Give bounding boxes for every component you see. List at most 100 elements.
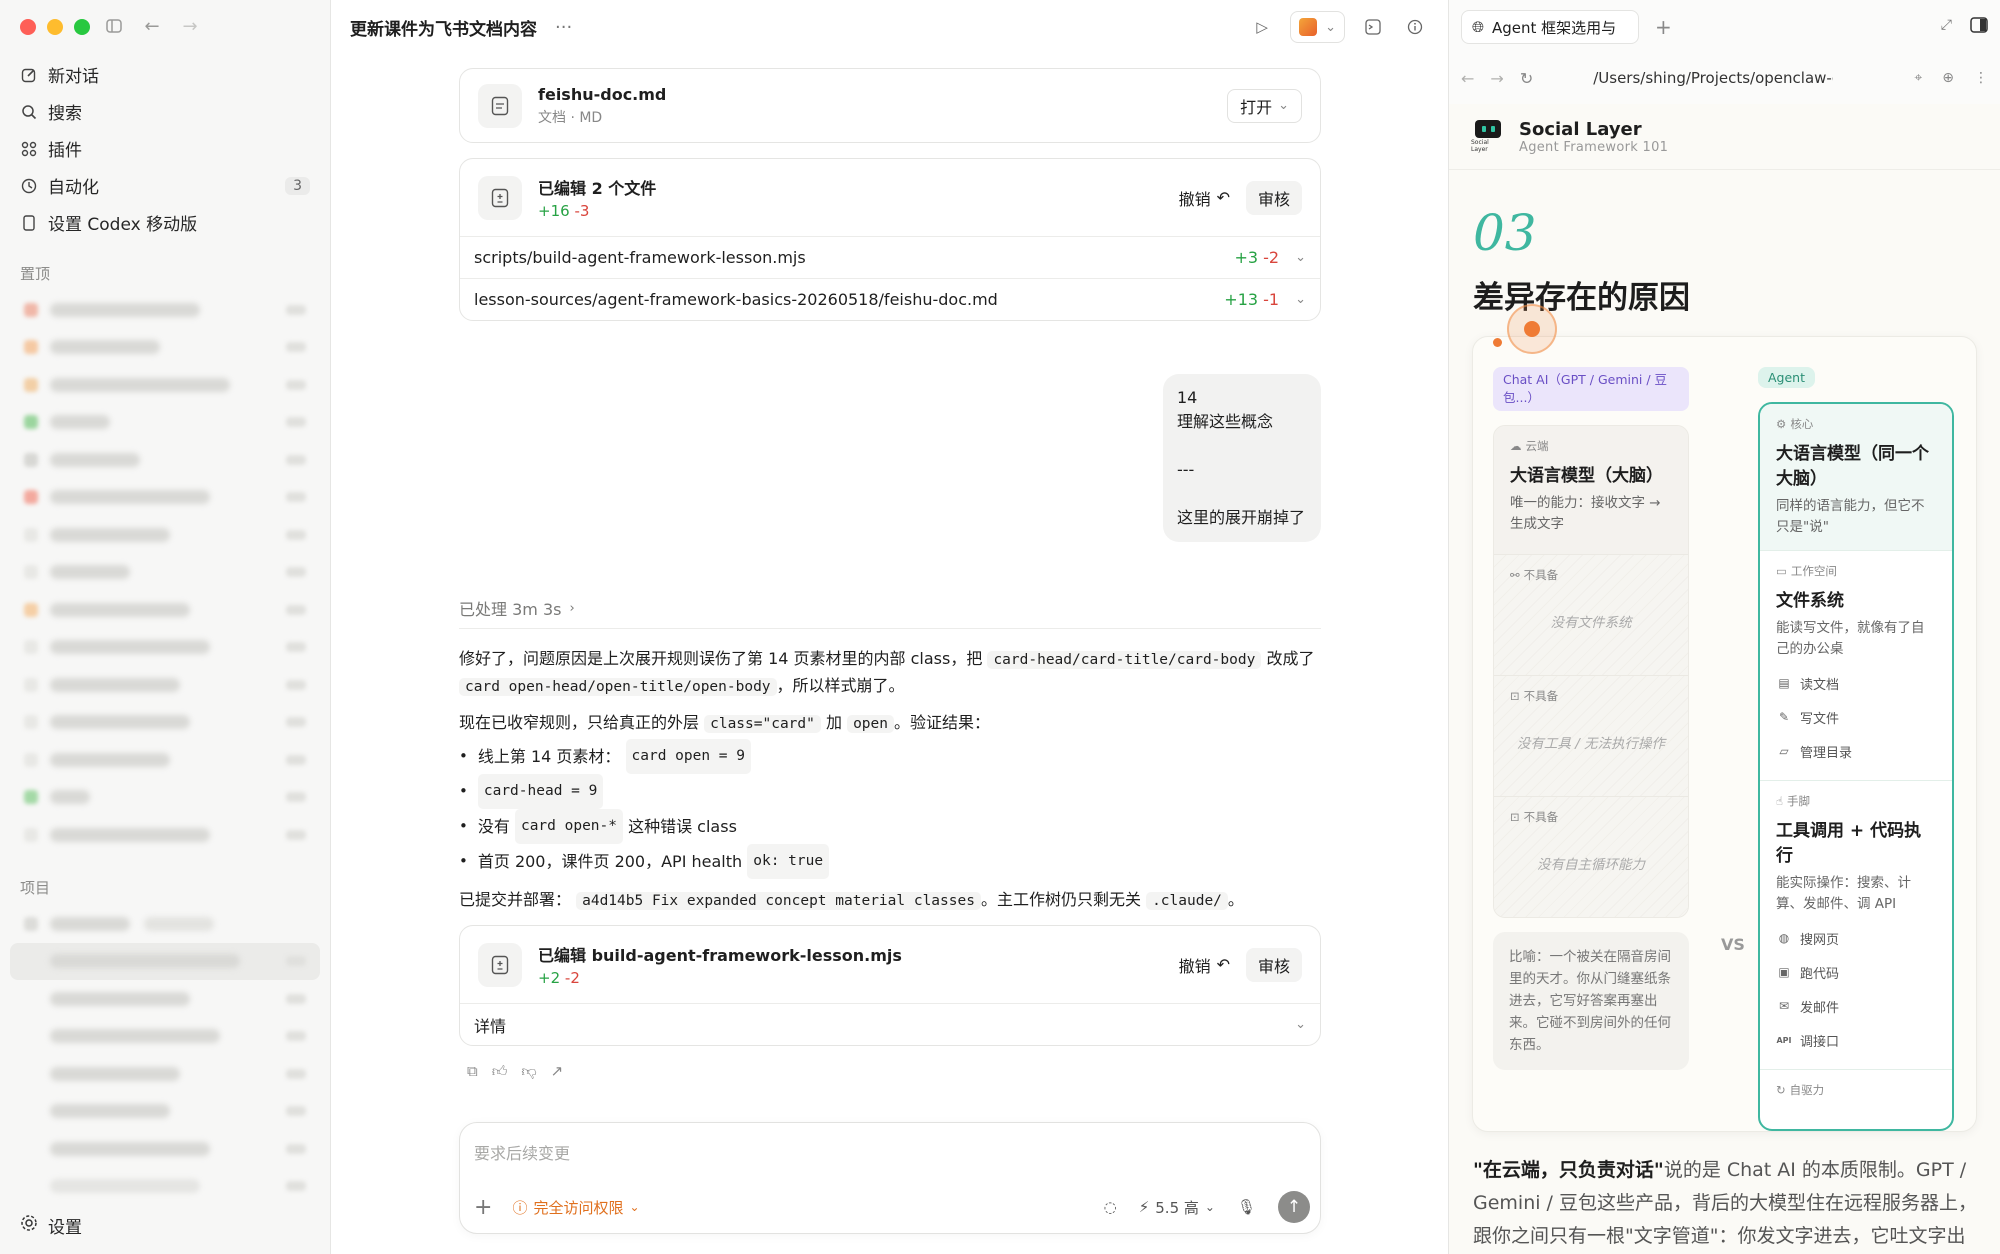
answer-text: 加	[825, 713, 842, 732]
inline-code: card open-head/open-title/open-body	[459, 678, 777, 696]
expand-icon[interactable]: ⤢	[1941, 17, 1952, 37]
undo-button[interactable]: 撤销 ↶	[1169, 948, 1240, 982]
nav-plugins[interactable]: 插件	[10, 130, 320, 167]
user-message-row: 14 理解这些概念 --- 这里的展开崩掉了	[459, 374, 1321, 542]
access-mode-dropdown[interactable]: ⓘ 完全访问权限 ⌄	[512, 1197, 639, 1218]
loading-spinner-icon: ◌	[1103, 1198, 1117, 1216]
capability-item: ✎ 写文件	[1776, 700, 1936, 734]
split-view-icon[interactable]	[1970, 17, 1988, 37]
list-item[interactable]	[10, 404, 320, 442]
review-button[interactable]: 审核	[1245, 947, 1302, 982]
chapter-title: 差异存在的原因	[1473, 280, 1690, 316]
zoom-window-button[interactable]	[74, 19, 90, 35]
project-item[interactable]	[10, 905, 320, 943]
composer-input[interactable]: 要求后续变更	[474, 1140, 570, 1164]
thumbs-up-icon[interactable]: 👍︎	[492, 1062, 508, 1081]
details-toggle[interactable]: 详情 ⌄	[460, 1003, 1320, 1045]
site-logo[interactable]: Social Layer	[1471, 120, 1505, 154]
more-vertical-icon[interactable]: ⋮	[1974, 70, 1988, 86]
microphone-icon[interactable]: 🎙︎	[1237, 1198, 1256, 1216]
forward-arrow-icon[interactable]: →	[180, 14, 200, 38]
reload-icon[interactable]: ↻	[1520, 69, 1533, 88]
list-item[interactable]	[10, 704, 320, 742]
add-attachment-icon[interactable]: +	[474, 1195, 492, 1220]
changed-file-row[interactable]: lesson-sources/agent-framework-basics-20…	[460, 278, 1320, 320]
file-card[interactable]: feishu-doc.md 文档 · MD 打开 ⌄	[459, 68, 1321, 143]
changed-file-row[interactable]: scripts/build-agent-framework-lesson.mjs…	[460, 236, 1320, 278]
list-item[interactable]	[10, 942, 320, 980]
list-item[interactable]	[10, 741, 320, 779]
open-file-button[interactable]: 打开 ⌄	[1227, 88, 1302, 123]
capability-item: API 调接口	[1776, 1023, 1936, 1057]
terminal-icon[interactable]	[1359, 13, 1387, 41]
share-icon[interactable]: ↗	[551, 1062, 564, 1081]
list-item[interactable]	[10, 554, 320, 592]
list-item[interactable]	[10, 591, 320, 629]
browser-tab[interactable]: 🌐︎ Agent 框架选用与	[1461, 10, 1639, 44]
copy-icon[interactable]: ⧉	[467, 1062, 478, 1081]
answer-text: 这种错误 class	[628, 817, 737, 836]
thumbs-down-icon[interactable]: 👎︎	[521, 1062, 536, 1081]
close-window-button[interactable]	[20, 19, 36, 35]
add-icon[interactable]: ⊕	[1942, 70, 1954, 86]
hand-icon: ☝︎	[1776, 794, 1784, 808]
nav-automation[interactable]: 自动化 3	[10, 167, 320, 204]
list-item[interactable]	[10, 329, 320, 367]
forward-arrow-icon[interactable]: →	[1490, 69, 1503, 88]
info-icon[interactable]	[1401, 13, 1429, 41]
processed-toggle[interactable]: 已处理 3m 3s ›	[459, 597, 1321, 619]
answer-text: 。	[1227, 890, 1244, 909]
list-item[interactable]	[10, 366, 320, 404]
send-button[interactable]: ↑	[1278, 1191, 1310, 1223]
loop-icon: ↻	[1776, 1083, 1786, 1097]
more-options-icon[interactable]: ···	[555, 17, 572, 38]
document-icon	[478, 83, 522, 128]
nav-new-chat[interactable]: 新对话	[10, 56, 320, 93]
back-arrow-icon[interactable]: ←	[1461, 69, 1474, 88]
lock-icon: ⊡	[1510, 689, 1520, 703]
model-selector[interactable]: ⚡︎ 5.5 高 ⌄	[1139, 1197, 1215, 1218]
settings-button[interactable]: 设置	[20, 1213, 82, 1238]
chevron-down-icon: ⌄	[629, 1200, 640, 1214]
nav-mobile-setup[interactable]: 设置 Codex 移动版	[10, 204, 320, 241]
chevron-down-icon[interactable]: ⌄	[1295, 292, 1306, 307]
list-item[interactable]	[10, 1093, 320, 1131]
answer-text: ，所以样式崩了。	[776, 676, 905, 695]
list-item[interactable]	[10, 441, 320, 479]
list-item[interactable]	[10, 1018, 320, 1056]
list-item[interactable]	[10, 1130, 320, 1168]
list-item[interactable]	[10, 779, 320, 817]
nav-search[interactable]: 搜索	[10, 93, 320, 130]
chevron-down-icon[interactable]: ⌄	[1295, 250, 1306, 265]
edit-summary-title: 已编辑 2 个文件	[538, 179, 657, 198]
changed-file-path: lesson-sources/agent-framework-basics-20…	[474, 290, 998, 309]
list-item[interactable]	[10, 666, 320, 704]
list-item[interactable]	[10, 816, 320, 854]
nav-label: 插件	[48, 141, 82, 161]
inline-code: a4d14b5 Fix expanded concept material cl…	[576, 892, 981, 910]
lines-added: +16	[538, 202, 570, 220]
list-item[interactable]	[10, 629, 320, 667]
toggle-sidebar-icon[interactable]	[104, 14, 124, 38]
address-bar[interactable]: /Users/shing/Projects/openclaw-c	[1593, 69, 1833, 87]
screenshot-icon[interactable]: ⌖	[1914, 70, 1922, 86]
tab-title: Agent 框架选用与	[1492, 18, 1617, 37]
new-tab-icon[interactable]: +	[1655, 15, 1672, 39]
undo-button[interactable]: 撤销 ↶	[1169, 181, 1240, 215]
list-item[interactable]	[10, 980, 320, 1018]
list-item: 没有 card open-* 这种错误 class	[459, 809, 1321, 844]
conversation-title: 更新课件为飞书文档内容	[350, 19, 537, 40]
open-in-app-dropdown[interactable]: ⌄	[1290, 11, 1345, 43]
autonomy-box: ↻ 自驱力	[1760, 1069, 1952, 1129]
logo-caption: Social Layer	[1471, 139, 1489, 153]
list-item[interactable]	[10, 291, 320, 329]
minimize-window-button[interactable]	[47, 19, 63, 35]
run-icon[interactable]: ▷	[1248, 13, 1276, 41]
list-item[interactable]	[10, 516, 320, 554]
list-item[interactable]	[10, 1055, 320, 1093]
list-item[interactable]	[10, 479, 320, 517]
browser-tabbar: 🌐︎ Agent 框架选用与 + ⤢	[1449, 0, 2000, 54]
review-button[interactable]: 审核	[1245, 180, 1302, 215]
back-arrow-icon[interactable]: ←	[142, 14, 162, 38]
list-item[interactable]	[10, 1168, 320, 1206]
